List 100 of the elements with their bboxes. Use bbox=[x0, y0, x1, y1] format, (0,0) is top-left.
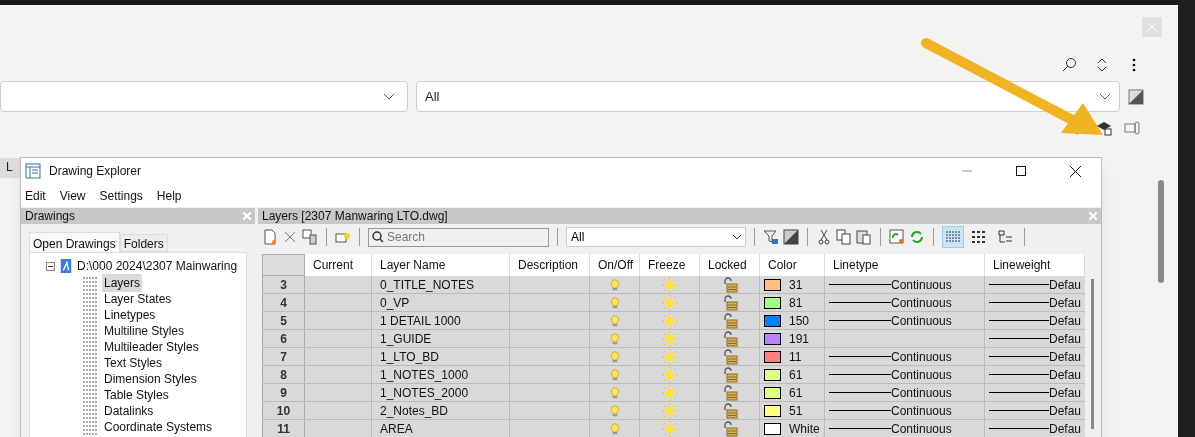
layers-icon[interactable] bbox=[1096, 120, 1112, 136]
tab[interactable]: Open Drawings bbox=[29, 232, 120, 252]
line-sample bbox=[829, 356, 891, 357]
line-sample bbox=[989, 374, 1049, 375]
table-cell-text: 31 bbox=[789, 276, 803, 294]
table-cell-text: Continuous bbox=[891, 420, 952, 437]
filter-dropdown[interactable]: All bbox=[566, 227, 746, 247]
column-header[interactable]: On/Off bbox=[590, 254, 640, 276]
row-number: 6 bbox=[262, 330, 305, 347]
row-number: 8 bbox=[262, 366, 305, 383]
column-header[interactable]: Lineweight bbox=[985, 254, 1085, 276]
table-cell-text: 61 bbox=[789, 384, 803, 402]
tree-item[interactable]: Dimension Styles bbox=[102, 370, 199, 388]
table-cell: 0_VP bbox=[372, 294, 510, 311]
menu-item[interactable]: View bbox=[59, 186, 86, 205]
copy-icon[interactable] bbox=[836, 229, 852, 245]
dropdown[interactable]: All bbox=[416, 81, 1120, 112]
filter-icon[interactable] bbox=[763, 229, 779, 245]
table-cell-text: 51 bbox=[789, 402, 803, 420]
table-cell-text: Continuous bbox=[891, 348, 952, 366]
lightbulb-icon bbox=[608, 330, 621, 347]
row-number: 7 bbox=[262, 348, 305, 365]
invert-icon[interactable] bbox=[783, 229, 799, 245]
line-sample bbox=[829, 284, 891, 285]
chevron-down-icon bbox=[383, 92, 395, 101]
search-field[interactable]: Search bbox=[368, 227, 549, 247]
table-cell-text: Defau bbox=[1048, 312, 1081, 330]
collapse-toggle[interactable] bbox=[46, 261, 55, 271]
table-cell-text: Defau bbox=[1048, 330, 1081, 348]
table-cell: 2_Notes_BD bbox=[372, 402, 510, 419]
panel-icon[interactable] bbox=[1124, 120, 1140, 136]
table-cell-text: Defau bbox=[1048, 348, 1081, 366]
table-cell-text: 191 bbox=[789, 330, 810, 348]
view-toggle[interactable] bbox=[942, 226, 964, 248]
grid-view-icon bbox=[971, 229, 987, 245]
table-cell-text: Defau bbox=[1048, 366, 1081, 384]
scrollbar[interactable] bbox=[1091, 279, 1094, 429]
column-header[interactable]: Linetype bbox=[825, 254, 985, 276]
sun-icon bbox=[661, 294, 678, 311]
column-header[interactable]: Locked bbox=[700, 254, 760, 276]
lightbulb-icon bbox=[608, 402, 621, 419]
line-sample bbox=[989, 428, 1049, 429]
menu-item[interactable]: Edit bbox=[25, 186, 46, 205]
table-cell-text: Continuous bbox=[891, 384, 952, 402]
column-header[interactable]: Color bbox=[760, 254, 825, 276]
table-cell-text: Defau bbox=[1048, 402, 1081, 420]
table-cell: 1_NOTES_1000 bbox=[372, 366, 510, 383]
column-header[interactable]: Current bbox=[305, 254, 372, 276]
scrollbar-thumb[interactable] bbox=[1158, 180, 1164, 283]
delete-icon[interactable] bbox=[282, 229, 298, 245]
menu-item[interactable]: Help bbox=[156, 186, 182, 205]
chevron-down-icon bbox=[733, 234, 741, 240]
paste-icon[interactable] bbox=[856, 229, 872, 245]
tree-item[interactable]: Coordinate Systems bbox=[102, 418, 215, 436]
refresh-icon[interactable] bbox=[909, 229, 925, 245]
table-cell-text: 81 bbox=[789, 294, 803, 312]
line-sample bbox=[989, 284, 1049, 285]
tree-item[interactable]: Datalinks bbox=[102, 402, 156, 420]
sun-icon bbox=[661, 330, 678, 347]
line-sample bbox=[829, 374, 891, 375]
tree-item[interactable]: Layers bbox=[102, 274, 143, 292]
maximize-icon[interactable] bbox=[1016, 166, 1026, 176]
lock-icon bbox=[721, 276, 738, 293]
line-sample bbox=[989, 320, 1049, 321]
window-icon bbox=[25, 163, 41, 179]
table-cell: 1_GUIDE bbox=[372, 330, 510, 347]
tree-item[interactable]: Multiline Styles bbox=[102, 322, 187, 340]
menu-item[interactable]: Settings bbox=[99, 186, 143, 205]
tree-item[interactable]: Layer States bbox=[102, 290, 174, 308]
tree-item[interactable]: Table Styles bbox=[102, 386, 171, 404]
table-cell: AREA bbox=[372, 420, 510, 437]
table-cell-text: Continuous bbox=[891, 366, 952, 384]
table-cell: 0_TITLE_NOTES bbox=[372, 276, 510, 293]
search-icon[interactable] bbox=[1062, 57, 1078, 73]
tree-item[interactable]: D:\000 2024\2307 Mainwaring bbox=[77, 257, 238, 275]
contrast-icon[interactable] bbox=[1128, 88, 1144, 105]
lightbulb-icon bbox=[608, 366, 621, 383]
lock-icon bbox=[721, 294, 738, 311]
column-header[interactable]: Freeze bbox=[640, 254, 700, 276]
table-cell-text: Continuous bbox=[891, 294, 952, 312]
lock-icon bbox=[721, 312, 738, 329]
cut-icon[interactable] bbox=[816, 229, 832, 245]
column-header[interactable]: Description bbox=[510, 254, 590, 276]
line-sample bbox=[829, 428, 891, 429]
tree-item[interactable]: Text Styles bbox=[102, 354, 165, 372]
column-header[interactable]: Layer Name bbox=[372, 254, 510, 276]
table-cell-text: Defau bbox=[1048, 384, 1081, 402]
line-sample bbox=[829, 320, 891, 321]
table-cell: 1 DETAIL 1000 bbox=[372, 312, 510, 329]
lock-icon bbox=[721, 420, 738, 437]
sun-icon bbox=[661, 402, 678, 419]
purge-icon[interactable] bbox=[302, 229, 318, 245]
new-layer-icon[interactable] bbox=[262, 229, 278, 245]
close-icon[interactable] bbox=[1070, 165, 1081, 177]
line-sample bbox=[829, 302, 891, 303]
tree-item[interactable]: Linetypes bbox=[102, 306, 158, 324]
import-icon[interactable] bbox=[889, 229, 905, 245]
chevron-down-icon bbox=[1099, 92, 1111, 101]
tab[interactable]: Folders bbox=[119, 234, 168, 252]
tree-item[interactable]: Multileader Styles bbox=[102, 338, 201, 356]
